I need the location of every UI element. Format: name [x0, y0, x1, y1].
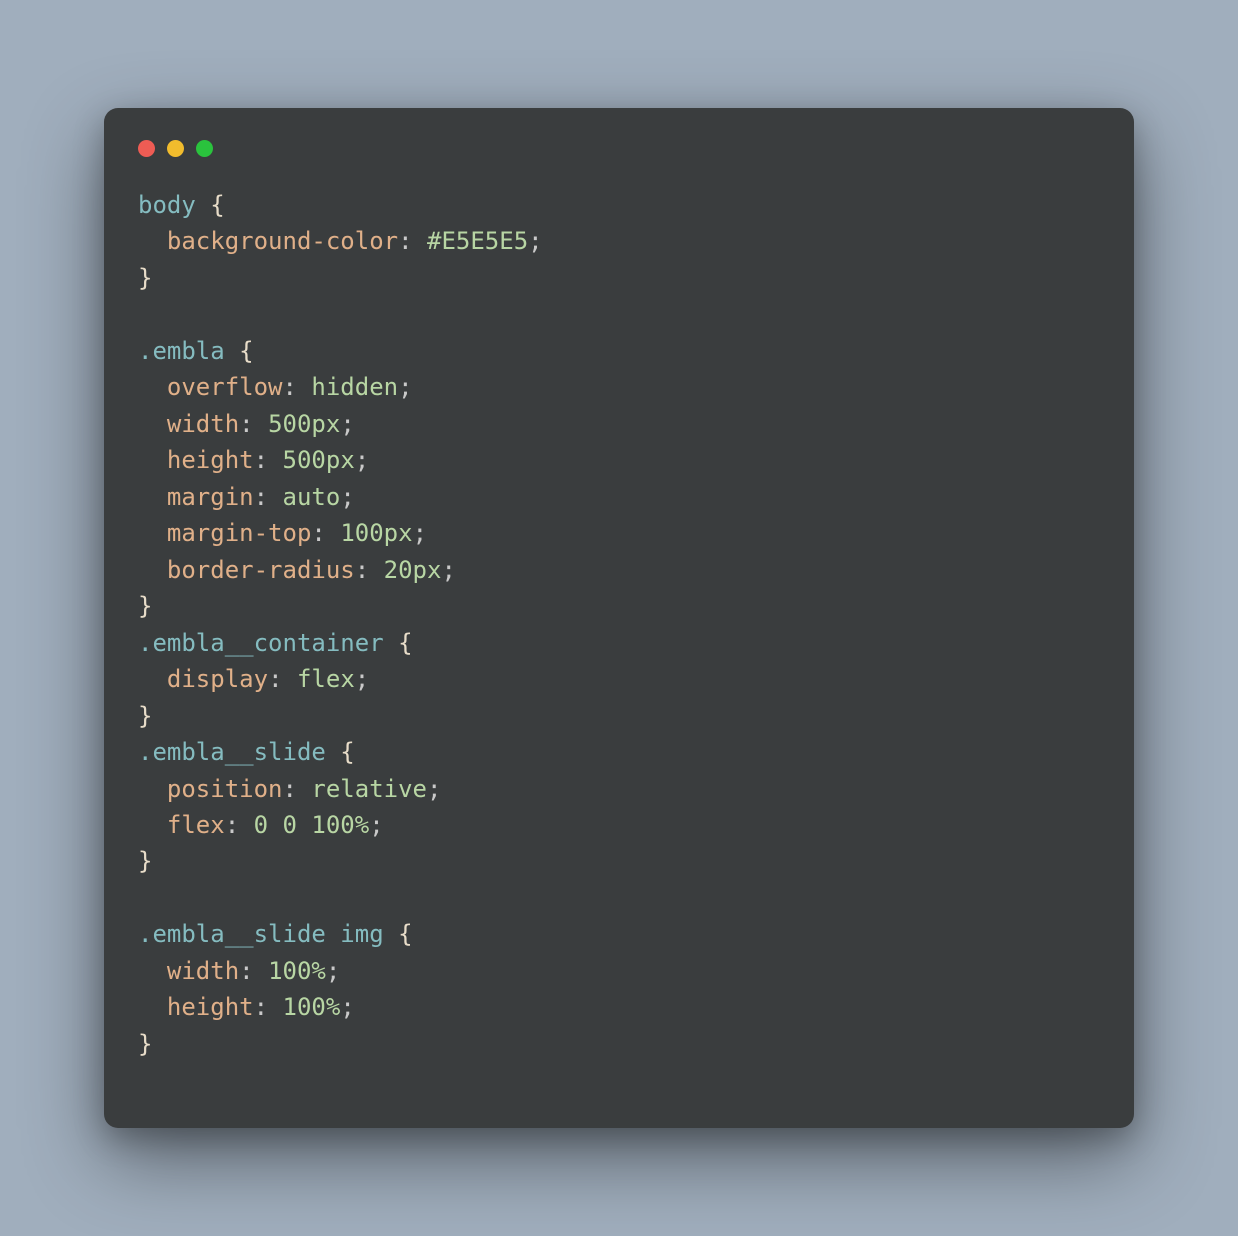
window-controls — [138, 140, 1100, 157]
maximize-icon[interactable] — [196, 140, 213, 157]
code-block: body { background-color: #E5E5E5; } .emb… — [138, 187, 1100, 1062]
code-window: body { background-color: #E5E5E5; } .emb… — [104, 108, 1134, 1128]
close-icon[interactable] — [138, 140, 155, 157]
minimize-icon[interactable] — [167, 140, 184, 157]
